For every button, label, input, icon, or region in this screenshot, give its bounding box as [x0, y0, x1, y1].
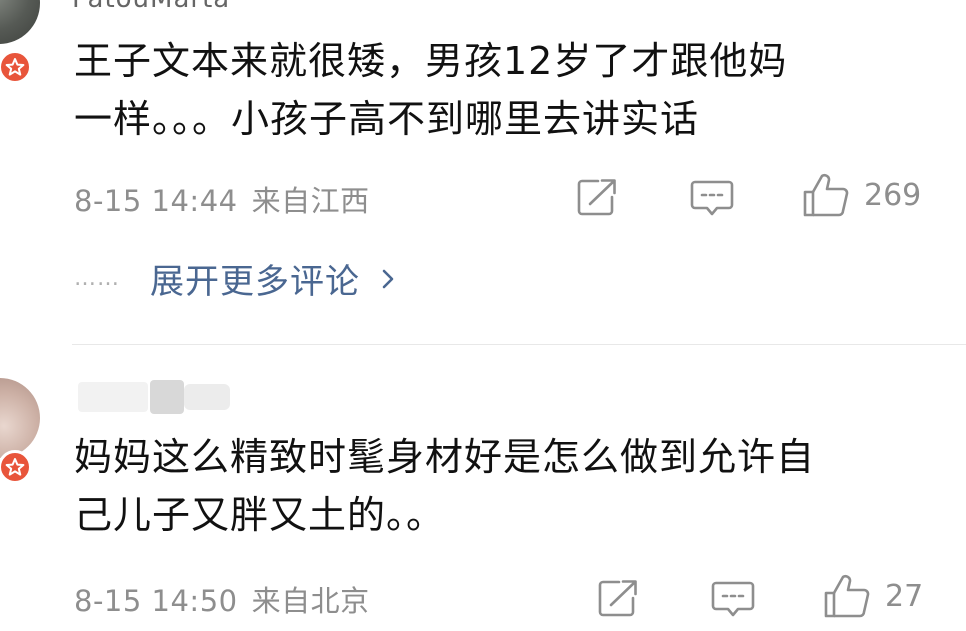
comment-location: 来自江西 [251, 184, 370, 218]
like-count: 27 [885, 578, 924, 614]
comment-location: 来自北京 [251, 584, 370, 618]
comment-meta: 8-15 14:50 来自北京 [74, 578, 370, 620]
like-count: 269 [864, 177, 922, 213]
avatar[interactable] [0, 0, 40, 44]
expand-more-comments-link[interactable]: 展开更多评论 [150, 254, 360, 303]
comment-date: 8-15 14:50 [74, 584, 238, 618]
comment-date: 8-15 14:44 [74, 184, 238, 218]
comment-icon [690, 180, 734, 216]
share-icon [577, 179, 616, 216]
avatar[interactable] [0, 378, 40, 458]
comment-button[interactable] [711, 579, 755, 619]
comment-text: 王子文本来就很矮，男孩12岁了才跟他妈 一样。。。小孩子高不到哪里去讲实话 [74, 39, 788, 141]
share-button[interactable] [597, 578, 639, 618]
username-redacted[interactable] [76, 378, 236, 414]
verified-badge-icon [0, 450, 32, 484]
username[interactable]: PatouMarta [72, 0, 230, 14]
share-icon [598, 580, 637, 617]
chevron-right-icon [382, 269, 394, 288]
thumbs-up-icon [824, 574, 870, 618]
verified-badge-icon [0, 50, 32, 84]
ellipsis-dots: …… [74, 266, 120, 291]
like-button[interactable]: 269 [802, 172, 921, 218]
comment-button[interactable] [690, 178, 734, 218]
share-button[interactable] [576, 177, 618, 217]
thumbs-up-icon [803, 173, 849, 217]
like-button[interactable]: 27 [823, 573, 923, 619]
comment-icon [711, 581, 755, 617]
comment-text: 妈妈这么精致时髦身材好是怎么做到允许自 己儿子又胖又土的。。 [74, 435, 816, 537]
comment-meta: 8-15 14:44 来自江西 [74, 178, 370, 220]
expand-more-comments[interactable]: …… 展开更多评论 [74, 254, 396, 303]
divider [72, 344, 966, 345]
